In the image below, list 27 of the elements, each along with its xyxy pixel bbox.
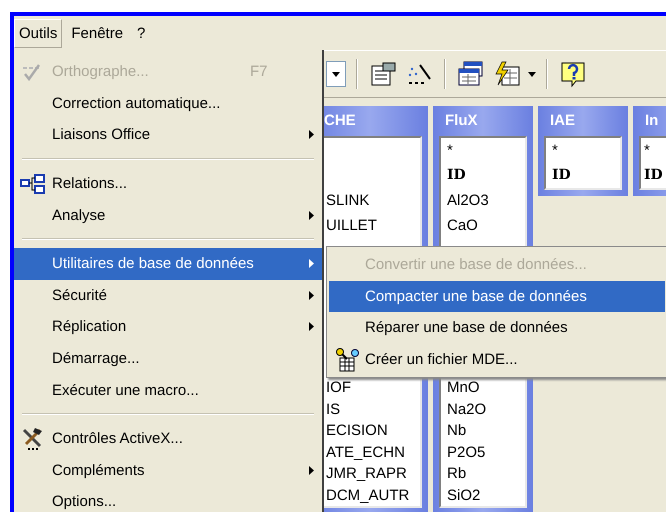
field-name: JMR_RAPR [325,464,408,484]
field-name: UILLET [325,216,378,236]
table-title: IAE [549,111,576,131]
field-name: ID [643,166,664,185]
field-name: ECISION [325,421,389,441]
table-title: FluX [444,111,478,131]
table-title: In [644,111,660,131]
field-name: DCM_AUTR [325,486,410,506]
field-name: Nb [446,421,468,441]
field-name: * [643,141,651,161]
field-name: CaO [446,216,479,236]
field-name: Rb [446,464,468,484]
field-name: ID [551,166,572,185]
field-name: P2O5 [446,442,486,462]
field-name: * [446,141,454,161]
field-name: MnO [446,378,481,398]
field-name: Al2O3 [446,191,490,211]
field-name: SiO2 [446,486,482,506]
field-name: ATE_ECHN [325,442,406,462]
field-name: * [551,141,559,161]
shortcut-text: F7 [250,63,269,80]
field-name: SLINK [325,191,370,211]
table-title: CHE [323,111,357,131]
field-name: IOF [325,378,352,398]
field-name: IS [325,400,342,420]
field-name: Na2O [446,400,488,420]
field-name: ID [446,166,467,185]
